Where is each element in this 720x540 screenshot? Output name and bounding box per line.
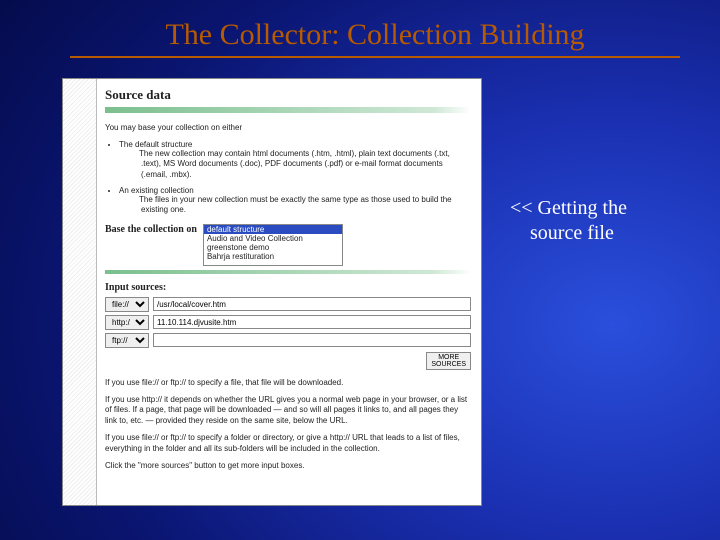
options-list: The default structure The new collection… bbox=[119, 140, 471, 216]
source-row: file:// bbox=[105, 297, 471, 312]
annotation-line-1: << Getting the bbox=[510, 197, 627, 219]
help-text-dir: If you use file:// or ftp:// to specify … bbox=[105, 433, 471, 455]
collector-panel: Source data You may base your collection… bbox=[62, 78, 482, 506]
more-sources-line1: MORE bbox=[438, 354, 459, 361]
help-text-more: Click the "more sources" button to get m… bbox=[105, 461, 471, 472]
listbox-option[interactable]: Audio and Video Collection bbox=[204, 234, 342, 243]
help-text-file: If you use file:// or ftp:// to specify … bbox=[105, 378, 471, 389]
panel-sidebar bbox=[63, 79, 97, 505]
panel-content: Source data You may base your collection… bbox=[97, 79, 481, 505]
more-sources-line2: SOURCES bbox=[431, 361, 466, 368]
more-sources-button[interactable]: MORE SOURCES bbox=[426, 352, 471, 370]
listbox-option-selected[interactable]: default structure bbox=[204, 225, 342, 234]
option-2-label: An existing collection bbox=[119, 186, 194, 195]
option-1-label: The default structure bbox=[119, 140, 192, 149]
slide-title: The Collector: Collection Building bbox=[70, 18, 680, 58]
divider-bar bbox=[105, 270, 471, 274]
option-2-description: The files in your new collection must be… bbox=[141, 195, 471, 216]
protocol-select[interactable]: file:// bbox=[105, 297, 149, 312]
annotation-text: << Getting the source file bbox=[510, 196, 690, 246]
collection-picker[interactable]: default structure Audio and Video Collec… bbox=[203, 224, 343, 266]
option-default-structure: The default structure The new collection… bbox=[119, 140, 471, 180]
panel-heading: Source data bbox=[105, 87, 471, 103]
base-label: Base the collection on bbox=[105, 224, 197, 235]
source-row: ftp:// bbox=[105, 333, 471, 348]
source-input[interactable] bbox=[153, 315, 471, 329]
protocol-select[interactable]: ftp:// bbox=[105, 333, 149, 348]
base-collection-row: Base the collection on default structure… bbox=[105, 224, 471, 266]
option-existing-collection: An existing collection The files in your… bbox=[119, 186, 471, 216]
collection-listbox[interactable]: default structure Audio and Video Collec… bbox=[203, 224, 343, 266]
intro-text: You may base your collection on either bbox=[105, 123, 471, 134]
divider-bar bbox=[105, 107, 471, 113]
source-input[interactable] bbox=[153, 297, 471, 311]
help-text-http: If you use http:// it depends on whether… bbox=[105, 395, 471, 427]
option-1-description: The new collection may contain html docu… bbox=[141, 149, 471, 180]
input-sources-label: Input sources: bbox=[105, 282, 471, 293]
more-sources-wrap: MORE SOURCES bbox=[105, 352, 471, 370]
source-row: http:// bbox=[105, 315, 471, 330]
protocol-select[interactable]: http:// bbox=[105, 315, 149, 330]
annotation-line-2: source file bbox=[530, 222, 614, 244]
listbox-option[interactable]: Bahrja restituration bbox=[204, 252, 342, 261]
listbox-option[interactable]: greenstone demo bbox=[204, 243, 342, 252]
source-input[interactable] bbox=[153, 333, 471, 347]
